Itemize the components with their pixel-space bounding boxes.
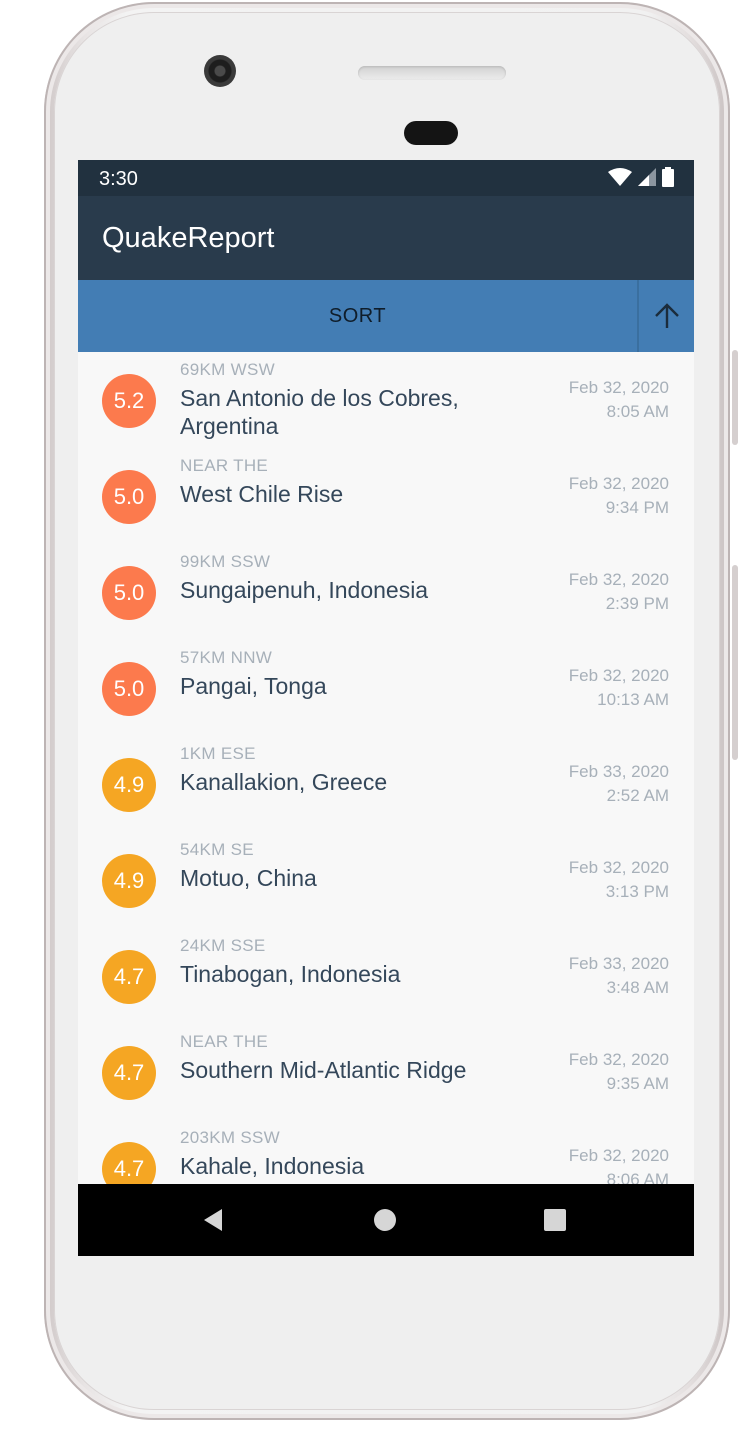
earthquake-item[interactable]: 4.7 24KM SSE Tinabogan, Indonesia Feb 33… [78, 928, 694, 1024]
app-bar: QuakeReport [78, 196, 694, 280]
primary-location: Pangai, Tonga [180, 673, 327, 699]
primary-location: Sungaipenuh, Indonesia [180, 577, 429, 603]
primary-location: San Antonio de los Cobres, Argentina [180, 385, 459, 439]
location-offset: 99KM SSW [180, 552, 271, 571]
location-offset: 57KM NNW [180, 648, 273, 667]
quake-time: 8:06 AM [606, 1170, 669, 1184]
magnitude-badge: 5.0 [102, 662, 156, 716]
back-button[interactable] [174, 1184, 254, 1256]
primary-location: West Chile Rise [180, 481, 344, 507]
earthquake-item[interactable]: 4.7 203KM SSW Kahale, Indonesia Feb 32, … [78, 1120, 694, 1184]
cell-signal-icon [638, 168, 656, 186]
recents-icon [544, 1209, 566, 1231]
home-button[interactable] [345, 1184, 425, 1256]
battery-icon [662, 167, 674, 187]
earthquake-item[interactable]: 4.9 1KM ESE Kanallakion, Greece Feb 33, … [78, 736, 694, 832]
magnitude-badge: 4.7 [102, 1142, 156, 1184]
volume-button [732, 350, 738, 445]
magnitude-badge: 5.0 [102, 566, 156, 620]
quake-date: Feb 32, 2020 [568, 666, 669, 685]
magnitude-badge: 4.7 [102, 1046, 156, 1100]
location-offset: 24KM SSE [180, 936, 266, 955]
sort-button[interactable]: SORT [78, 280, 637, 352]
magnitude-badge: 4.9 [102, 758, 156, 812]
status-icons [608, 167, 674, 187]
location-offset: NEAR THE [180, 456, 269, 475]
system-nav-bar [78, 1184, 694, 1256]
primary-location: Motuo, China [180, 865, 317, 891]
quake-time: 10:13 AM [597, 690, 669, 709]
magnitude-badge: 4.9 [102, 854, 156, 908]
earthquake-item[interactable]: 5.0 NEAR THE West Chile Rise Feb 32, 202… [78, 448, 694, 544]
quake-date: Feb 32, 2020 [568, 378, 669, 397]
sort-direction-button[interactable] [639, 280, 694, 352]
recents-button[interactable] [515, 1184, 595, 1256]
location-offset: NEAR THE [180, 1032, 269, 1051]
quake-date: Feb 32, 2020 [568, 1146, 669, 1165]
power-button [732, 565, 738, 760]
front-camera [204, 55, 236, 87]
quake-time: 3:48 AM [606, 978, 669, 997]
quake-time: 3:13 PM [605, 882, 669, 901]
quake-date: Feb 32, 2020 [568, 858, 669, 877]
quake-time: 9:34 PM [605, 498, 669, 517]
quake-time: 8:05 AM [606, 402, 669, 421]
location-offset: 1KM ESE [180, 744, 256, 763]
primary-location: Kahale, Indonesia [180, 1153, 365, 1179]
status-bar: 3:30 [78, 160, 694, 196]
earthquake-item[interactable]: 5.0 57KM NNW Pangai, Tonga Feb 32, 2020 … [78, 640, 694, 736]
primary-location: Kanallakion, Greece [180, 769, 388, 795]
quake-time: 2:39 PM [605, 594, 669, 613]
magnitude-badge: 5.2 [102, 374, 156, 428]
quake-time: 9:35 AM [606, 1074, 669, 1093]
earthquake-item[interactable]: 5.2 69KM WSW San Antonio de los Cobres, … [78, 352, 694, 448]
quake-time: 2:52 AM [606, 786, 669, 805]
location-offset: 54KM SE [180, 840, 254, 859]
magnitude-badge: 5.0 [102, 470, 156, 524]
sort-bar: SORT [78, 280, 694, 352]
magnitude-badge: 4.7 [102, 950, 156, 1004]
earpiece-speaker [358, 66, 506, 80]
arrow-up-icon [654, 303, 679, 328]
app-title: QuakeReport [102, 222, 275, 254]
quake-date: Feb 32, 2020 [568, 570, 669, 589]
status-time: 3:30 [99, 168, 138, 190]
location-offset: 203KM SSW [180, 1128, 281, 1147]
back-icon [204, 1209, 222, 1231]
quake-date: Feb 32, 2020 [568, 1050, 669, 1069]
screen: 3:30 QuakeReport SORT 5.2 69KM WSW San A… [78, 160, 694, 1256]
wifi-icon [608, 168, 632, 186]
location-offset: 69KM WSW [180, 360, 275, 379]
proximity-sensor [404, 121, 458, 145]
earthquake-item[interactable]: 5.0 99KM SSW Sungaipenuh, Indonesia Feb … [78, 544, 694, 640]
earthquake-item[interactable]: 4.9 54KM SE Motuo, China Feb 32, 2020 3:… [78, 832, 694, 928]
earthquake-item[interactable]: 4.7 NEAR THE Southern Mid-Atlantic Ridge… [78, 1024, 694, 1120]
primary-location: Tinabogan, Indonesia [180, 961, 401, 987]
quake-date: Feb 33, 2020 [568, 954, 669, 973]
quake-date: Feb 33, 2020 [568, 762, 669, 781]
home-icon [374, 1209, 396, 1231]
primary-location: Southern Mid-Atlantic Ridge [180, 1057, 467, 1083]
earthquake-list: 5.2 69KM WSW San Antonio de los Cobres, … [78, 352, 694, 1184]
quake-date: Feb 32, 2020 [568, 474, 669, 493]
